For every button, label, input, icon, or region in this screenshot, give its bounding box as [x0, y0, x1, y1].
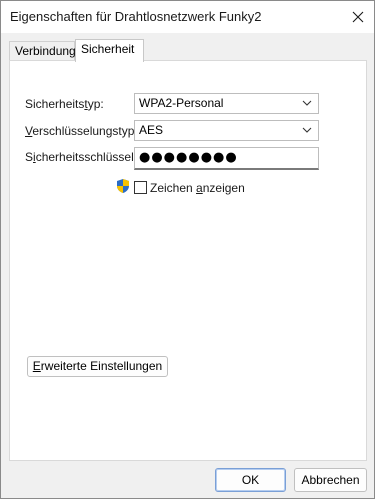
security-type-label: Sicherheitstyp: — [25, 97, 104, 111]
show-characters-label: Zeichen anzeigen — [150, 181, 245, 195]
close-button[interactable] — [342, 1, 374, 33]
encryption-type-label: Verschlüsselungstyp: — [25, 124, 138, 138]
encryption-type-select[interactable]: AES — [134, 120, 319, 141]
ok-button[interactable]: OK — [215, 468, 286, 492]
cancel-button[interactable]: Abbrechen — [294, 468, 367, 492]
close-icon — [352, 11, 364, 23]
title-bar: Eigenschaften für Drahtlosnetzwerk Funky… — [1, 1, 374, 33]
tab-sicherheit[interactable]: Sicherheit — [75, 39, 144, 62]
tab-verbindung[interactable]: Verbindung — [9, 41, 76, 61]
properties-dialog: Eigenschaften für Drahtlosnetzwerk Funky… — [0, 0, 375, 499]
security-type-select[interactable]: WPA2-Personal — [134, 93, 319, 114]
uac-shield-icon — [117, 179, 129, 193]
security-panel: Sicherheitstyp: WPA2-Personal Verschlüss… — [9, 60, 367, 461]
chevron-down-icon — [302, 127, 312, 133]
security-type-value: WPA2-Personal — [139, 96, 224, 110]
advanced-settings-button[interactable]: Erweiterte Einstellungen — [27, 356, 168, 377]
chevron-down-icon — [302, 100, 312, 106]
security-key-label: Sicherheitsschlüssel — [25, 150, 134, 164]
window-title: Eigenschaften für Drahtlosnetzwerk Funky… — [10, 9, 262, 24]
security-key-input[interactable]: ●●●●●●●● — [134, 147, 319, 170]
show-characters-checkbox[interactable] — [134, 181, 147, 194]
encryption-type-value: AES — [139, 123, 164, 137]
